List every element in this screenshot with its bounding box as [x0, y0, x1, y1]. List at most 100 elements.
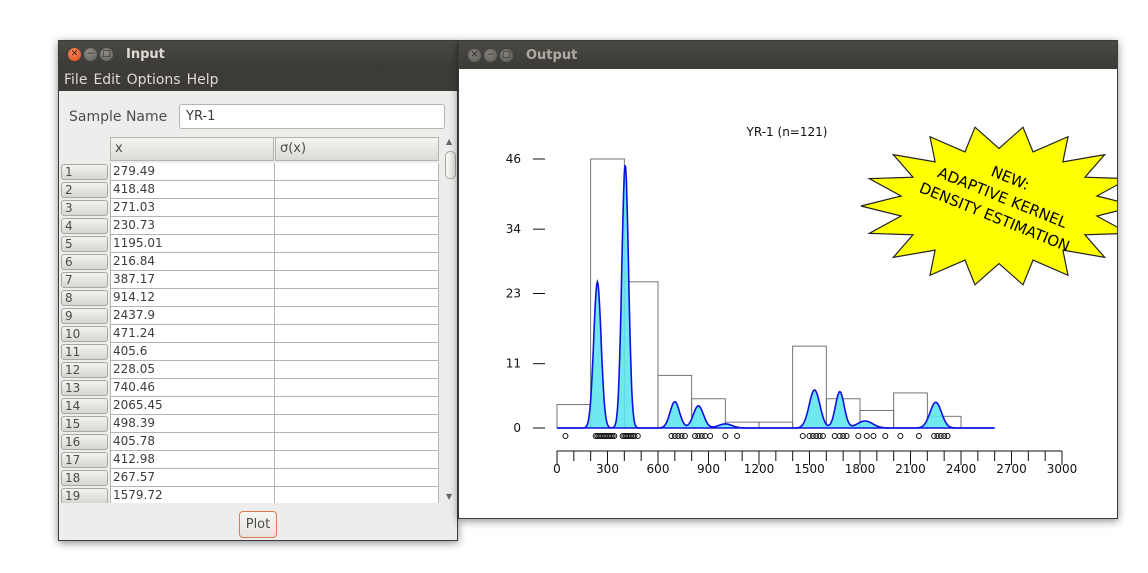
menu-file[interactable]: File — [64, 72, 87, 88]
table-row: 11 405.6 — [59, 343, 443, 361]
cell-x[interactable]: 267.57 — [110, 469, 275, 487]
cell-sigma[interactable] — [275, 487, 439, 503]
column-header-x[interactable]: x — [110, 137, 274, 161]
cell-x[interactable]: 271.03 — [110, 199, 275, 217]
row-number-button[interactable]: 7 — [61, 272, 108, 288]
cell-sigma[interactable] — [275, 325, 439, 343]
scroll-down-icon[interactable]: ▼ — [446, 492, 452, 501]
table-row: 4 230.73 — [59, 217, 443, 235]
sample-marker — [707, 433, 714, 439]
table-row: 18 267.57 — [59, 469, 443, 487]
cell-x[interactable]: 2437.9 — [110, 307, 275, 325]
sample-marker — [863, 433, 870, 439]
minimize-icon[interactable]: − — [484, 48, 497, 62]
cell-sigma[interactable] — [275, 253, 439, 271]
cell-x[interactable]: 412.98 — [110, 451, 275, 469]
output-titlebar[interactable]: ✕ − □ Output — [459, 41, 1117, 69]
maximize-icon[interactable]: □ — [500, 48, 513, 62]
cell-sigma[interactable] — [275, 217, 439, 235]
scroll-up-icon[interactable]: ▲ — [446, 137, 452, 146]
table-row: 7 387.17 — [59, 271, 443, 289]
cell-x[interactable]: 228.05 — [110, 361, 275, 379]
row-number-button[interactable]: 10 — [61, 326, 108, 342]
cell-x[interactable]: 498.39 — [110, 415, 275, 433]
cell-sigma[interactable] — [275, 289, 439, 307]
sample-marker — [702, 433, 709, 439]
cell-sigma[interactable] — [275, 469, 439, 487]
row-number-button[interactable]: 4 — [61, 218, 108, 234]
table-row: 6 216.84 — [59, 253, 443, 271]
row-number-button[interactable]: 3 — [61, 200, 108, 216]
y-tick-label: 23 — [506, 287, 521, 301]
cell-x[interactable]: 1195.01 — [110, 235, 275, 253]
cell-x[interactable]: 740.46 — [110, 379, 275, 397]
sample-marker — [799, 433, 806, 439]
cell-x[interactable]: 216.84 — [110, 253, 275, 271]
cell-x[interactable]: 418.48 — [110, 181, 275, 199]
row-number-button[interactable]: 18 — [61, 470, 108, 486]
cell-x[interactable]: 405.6 — [110, 343, 275, 361]
minimize-icon[interactable]: − — [84, 48, 97, 61]
cell-x[interactable]: 471.24 — [110, 325, 275, 343]
row-number-button[interactable]: 13 — [61, 380, 108, 396]
row-number-button[interactable]: 19 — [61, 488, 108, 503]
cell-sigma[interactable] — [275, 451, 439, 469]
row-number-button[interactable]: 17 — [61, 452, 108, 468]
cell-sigma[interactable] — [275, 235, 439, 253]
cell-sigma[interactable] — [275, 163, 439, 181]
row-number-button[interactable]: 5 — [61, 236, 108, 252]
cell-x[interactable]: 230.73 — [110, 217, 275, 235]
sample-name-input[interactable] — [179, 104, 445, 129]
column-header-sigma[interactable]: σ(x) — [275, 137, 439, 161]
row-number-button[interactable]: 8 — [61, 290, 108, 306]
row-number-button[interactable]: 11 — [61, 344, 108, 360]
cell-x[interactable]: 405.78 — [110, 433, 275, 451]
cell-x[interactable]: 1579.72 — [110, 487, 275, 503]
data-grid: x σ(x) 1 279.49 2 418.48 3 271.03 4 230.73 5 1195… — [59, 137, 457, 503]
cell-sigma[interactable] — [275, 199, 439, 217]
row-number-button[interactable]: 14 — [61, 398, 108, 414]
cell-x[interactable]: 387.17 — [110, 271, 275, 289]
row-number-button[interactable]: 12 — [61, 362, 108, 378]
row-number-button[interactable]: 16 — [61, 434, 108, 450]
cell-sigma[interactable] — [275, 379, 439, 397]
sample-marker — [681, 433, 688, 439]
cell-sigma[interactable] — [275, 361, 439, 379]
y-tick-label: 34 — [506, 222, 521, 236]
y-tick-label: 11 — [506, 357, 521, 371]
cell-sigma[interactable] — [275, 271, 439, 289]
cell-x[interactable]: 2065.45 — [110, 397, 275, 415]
histogram-bar — [758, 421, 794, 429]
cell-sigma[interactable] — [275, 181, 439, 199]
close-icon[interactable]: ✕ — [68, 48, 81, 61]
menu-edit[interactable]: Edit — [93, 72, 120, 88]
input-titlebar[interactable]: ✕ − □ Input — [59, 41, 457, 68]
x-tick-label: 1500 — [794, 462, 825, 476]
sample-marker — [819, 433, 826, 439]
maximize-icon[interactable]: □ — [100, 48, 113, 61]
sample-name-label: Sample Name — [69, 108, 168, 125]
cell-x[interactable]: 914.12 — [110, 289, 275, 307]
vertical-scrollbar[interactable]: ▲ ▼ — [444, 137, 456, 503]
row-number-button[interactable]: 2 — [61, 182, 108, 198]
cell-sigma[interactable] — [275, 343, 439, 361]
cell-sigma[interactable] — [275, 433, 439, 451]
cell-sigma[interactable] — [275, 415, 439, 433]
cell-x[interactable]: 279.49 — [110, 163, 275, 181]
scroll-thumb[interactable] — [445, 151, 456, 179]
menu-options[interactable]: Options — [127, 72, 181, 88]
sample-marker — [722, 433, 729, 439]
row-number-button[interactable]: 9 — [61, 308, 108, 324]
cell-sigma[interactable] — [275, 307, 439, 325]
x-tick-label: 300 — [596, 462, 619, 476]
row-number-button[interactable]: 6 — [61, 254, 108, 270]
table-row: 10 471.24 — [59, 325, 443, 343]
close-icon[interactable]: ✕ — [468, 48, 481, 62]
sample-marker — [831, 433, 838, 439]
row-number-button[interactable]: 15 — [61, 416, 108, 432]
plot-button[interactable]: Plot — [239, 511, 277, 538]
x-tick-label: 2100 — [895, 462, 926, 476]
row-number-button[interactable]: 1 — [61, 164, 108, 180]
menu-help[interactable]: Help — [187, 72, 219, 88]
cell-sigma[interactable] — [275, 397, 439, 415]
